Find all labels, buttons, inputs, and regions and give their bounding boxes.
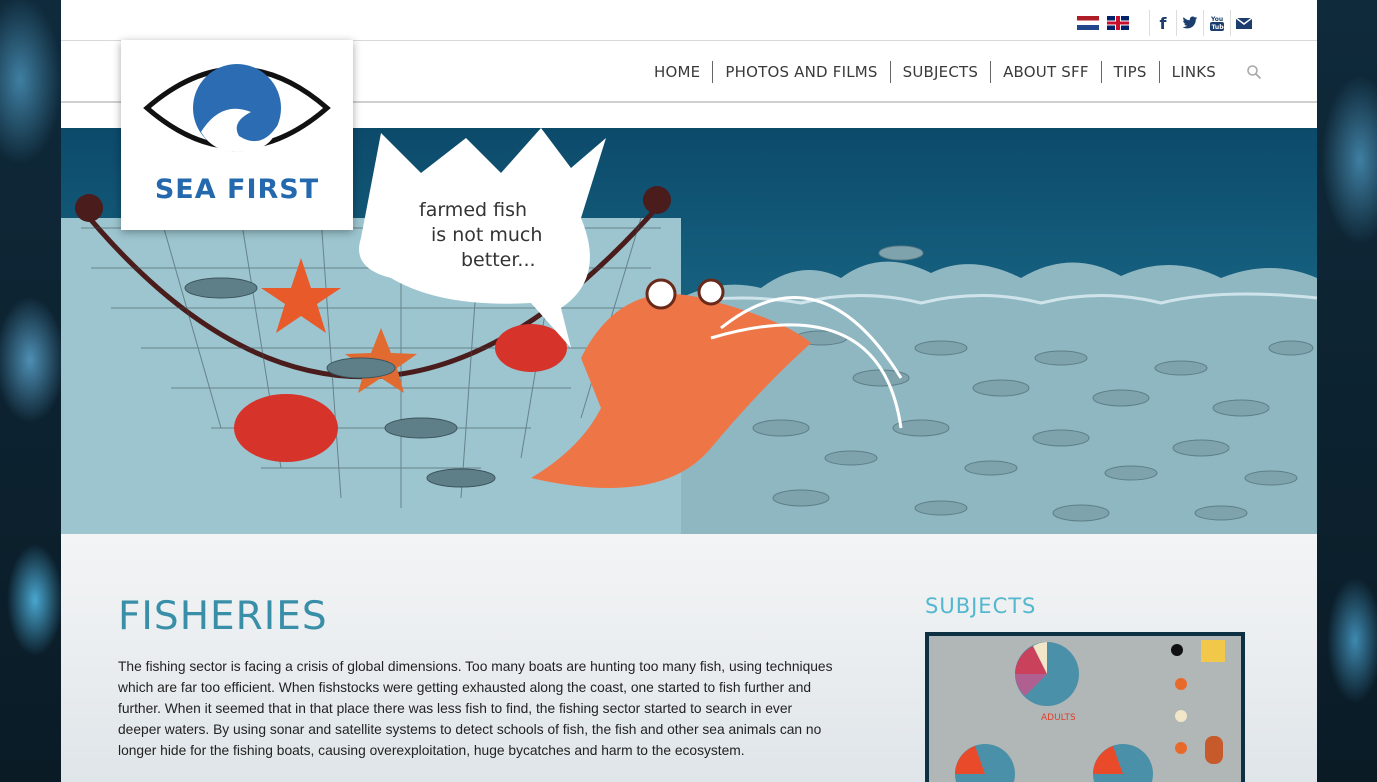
search-icon[interactable] bbox=[1246, 64, 1262, 80]
svg-text:You: You bbox=[1210, 16, 1223, 23]
intro-paragraph: The fishing sector is facing a crisis of… bbox=[118, 659, 833, 758]
svg-text:Tube: Tube bbox=[1212, 24, 1226, 31]
youtube-icon[interactable]: YouTube bbox=[1203, 10, 1230, 36]
bubble-line-2: is not much bbox=[431, 224, 543, 246]
nav-about-sff[interactable]: ABOUT SFF bbox=[990, 61, 1101, 83]
site-logo[interactable]: SEA FIRST bbox=[121, 40, 353, 230]
mail-icon[interactable] bbox=[1230, 10, 1257, 36]
main-content: FISHERIES The fishing sector is facing a… bbox=[61, 534, 1317, 782]
page-container: f YouTube HOME PHOTOS AND FILMS SUBJECTS… bbox=[61, 0, 1317, 782]
utility-links: f YouTube bbox=[1077, 10, 1257, 36]
bubble-line-1: farmed fish bbox=[419, 199, 528, 221]
sidebar-title: SUBJECTS bbox=[925, 594, 1037, 618]
page-title: FISHERIES bbox=[118, 594, 328, 639]
dutch-flag-icon[interactable] bbox=[1077, 16, 1099, 30]
nav-links[interactable]: LINKS bbox=[1158, 61, 1228, 83]
infographic-image: ADULTS bbox=[955, 640, 1225, 782]
nav-subjects[interactable]: SUBJECTS bbox=[889, 61, 990, 83]
infographic-label: ADULTS bbox=[1041, 713, 1076, 723]
utility-bar: f YouTube bbox=[61, 0, 1317, 41]
speech-bubble: farmed fish is not much better... bbox=[419, 198, 542, 273]
nav-tips[interactable]: TIPS bbox=[1100, 61, 1159, 83]
main-nav: HOME PHOTOS AND FILMS SUBJECTS ABOUT SFF… bbox=[642, 61, 1262, 83]
eye-logo-icon bbox=[143, 64, 331, 152]
subjects-infographic[interactable]: ADULTS bbox=[925, 632, 1245, 782]
twitter-icon[interactable] bbox=[1176, 10, 1203, 36]
facebook-icon[interactable]: f bbox=[1149, 10, 1176, 36]
bubble-line-3: better... bbox=[461, 249, 536, 271]
uk-flag-icon[interactable] bbox=[1107, 16, 1129, 30]
nav-home[interactable]: HOME bbox=[642, 61, 712, 83]
nav-photos-and-films[interactable]: PHOTOS AND FILMS bbox=[712, 61, 889, 83]
logo-text: SEA FIRST bbox=[154, 174, 320, 205]
